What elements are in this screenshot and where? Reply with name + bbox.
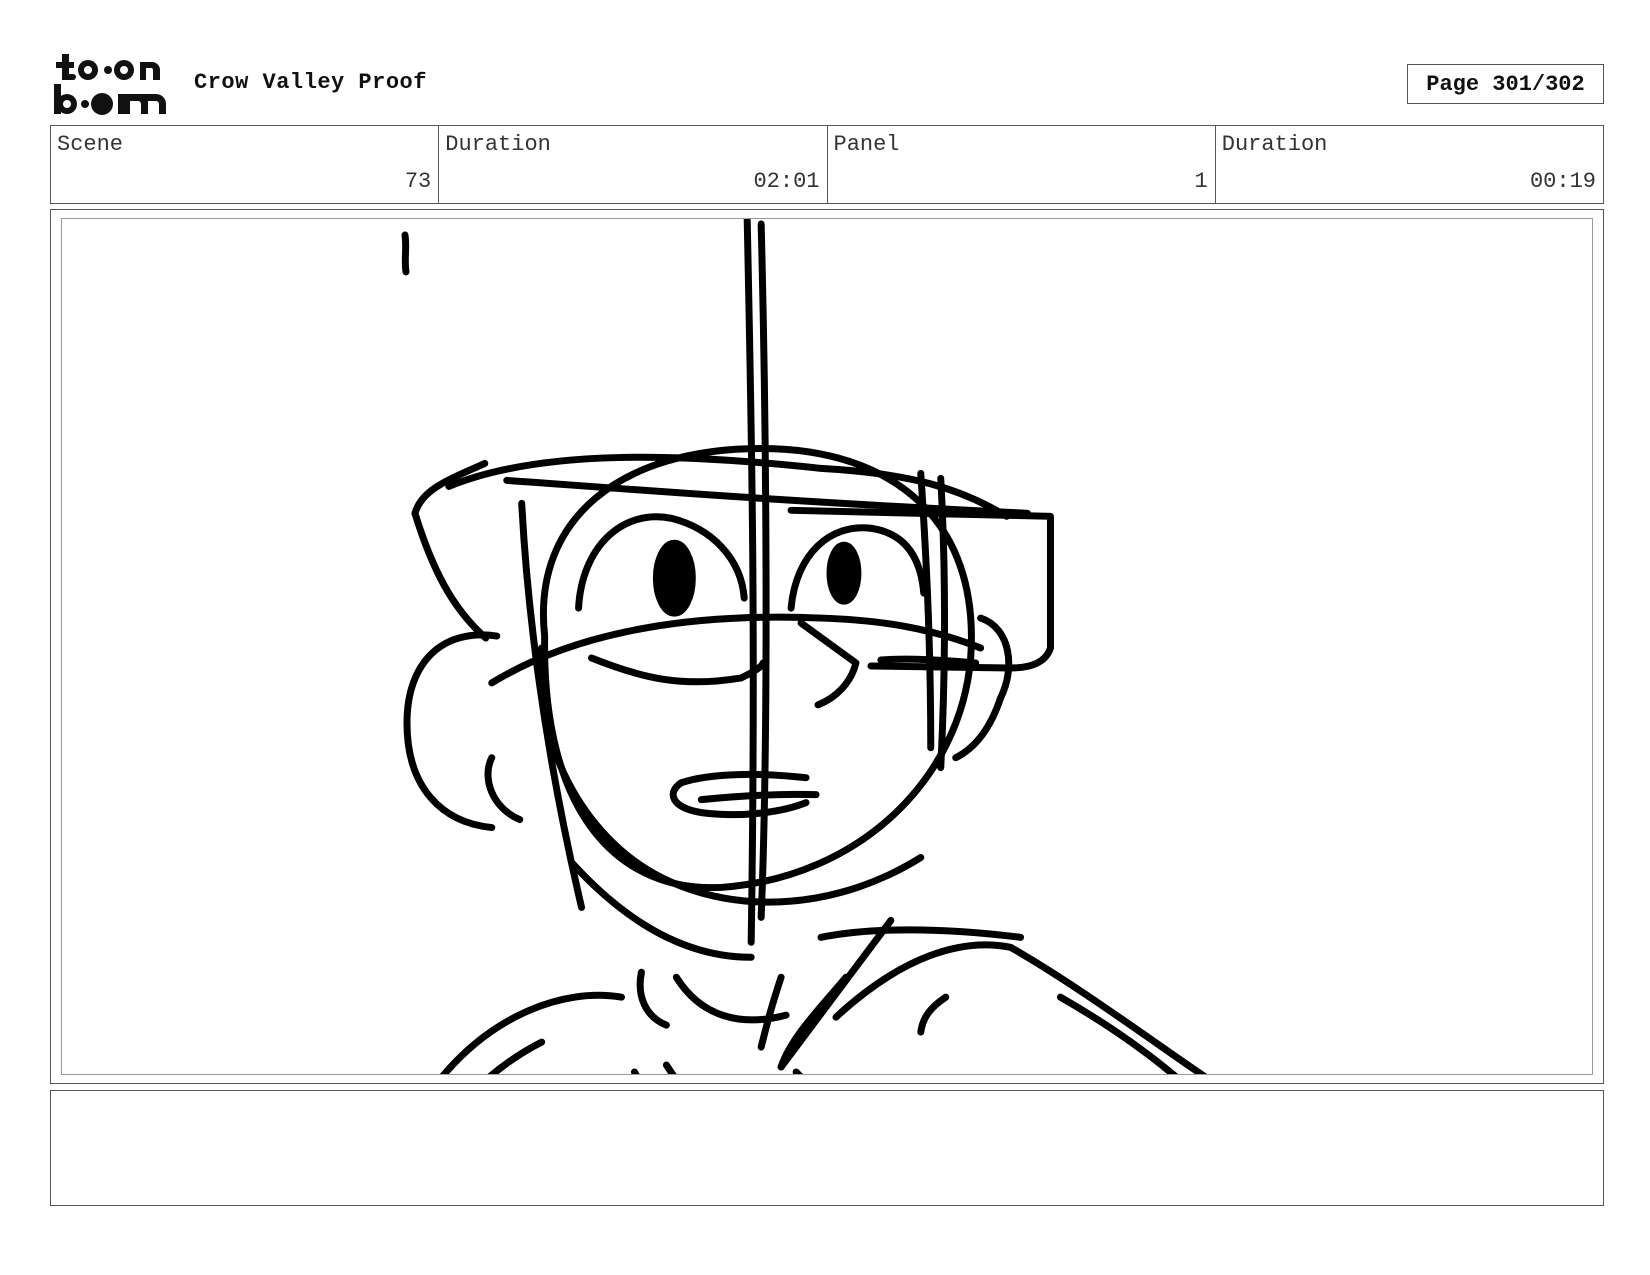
panel-label: Panel bbox=[833, 132, 900, 157]
scene-cell: Scene 73 bbox=[51, 126, 440, 203]
page-number: Page 301/302 bbox=[1407, 64, 1604, 104]
panel-value: 1 bbox=[1194, 169, 1208, 194]
project-title: Crow Valley Proof bbox=[194, 70, 427, 95]
panel-duration-cell: Duration 00:19 bbox=[1216, 126, 1603, 203]
info-row: Scene 73 Duration 02:01 Panel 1 Duration… bbox=[50, 125, 1604, 204]
panel-drawing bbox=[61, 218, 1593, 1075]
panel-duration-label: Duration bbox=[1221, 132, 1328, 157]
caption-box bbox=[50, 1090, 1604, 1206]
scene-label: Scene bbox=[57, 132, 124, 157]
toon-boom-logo bbox=[52, 50, 172, 120]
scene-value: 73 bbox=[404, 169, 432, 194]
panel-cell: Panel 1 bbox=[828, 126, 1216, 203]
sketch-illustration bbox=[401, 219, 1208, 1074]
scene-duration-label: Duration bbox=[445, 132, 551, 157]
panel-duration-value: 00:19 bbox=[1529, 169, 1596, 194]
scene-duration-value: 02:01 bbox=[753, 169, 820, 194]
scene-duration-cell: Duration 02:01 bbox=[439, 126, 828, 203]
